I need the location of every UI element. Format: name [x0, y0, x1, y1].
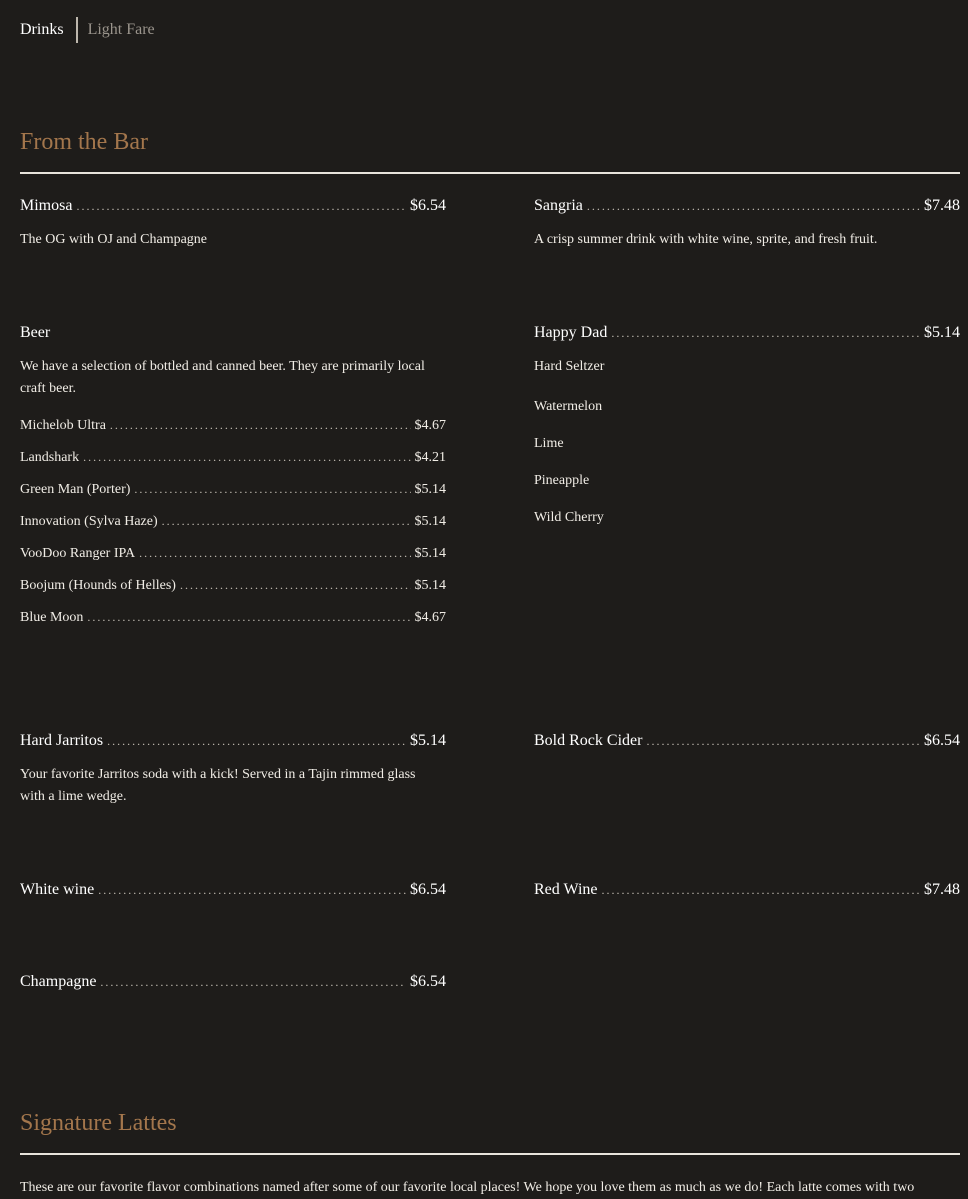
- beer-name: Landshark: [20, 450, 80, 465]
- item-price: $6.54: [410, 973, 446, 990]
- list-item: Boojum (Hounds of Helles) $5.14: [20, 578, 446, 594]
- list-item: Landshark $4.21: [20, 450, 446, 466]
- item-name: Mimosa: [20, 197, 73, 214]
- item-name: Beer: [20, 324, 51, 341]
- item-description: The OG with OJ and Champagne: [20, 232, 208, 247]
- beer-price: $4.21: [414, 450, 447, 465]
- dot-leader: [107, 734, 406, 749]
- item-description: We have a selection of bottled and canne…: [20, 359, 425, 396]
- beer-price: $5.14: [414, 514, 447, 529]
- beer-price: $4.67: [414, 418, 447, 433]
- beer-price: $5.14: [414, 578, 447, 593]
- tab-drinks[interactable]: Drinks: [20, 21, 64, 39]
- menu-item-happy-dad: Happy Dad $5.14 Hard Seltzer Watermelon …: [534, 324, 960, 544]
- beer-price: $5.14: [414, 482, 447, 497]
- section-title-lattes: Signature Lattes: [20, 1110, 177, 1136]
- flavor-list: Hard Seltzer Watermelon Lime Pineapple W…: [534, 356, 960, 544]
- dot-leader: [87, 610, 410, 625]
- list-item: Pineapple: [534, 473, 590, 488]
- dot-leader: [602, 883, 921, 898]
- beer-name: Green Man (Porter): [20, 482, 131, 497]
- beer-price: $4.67: [414, 610, 447, 625]
- item-name: Hard Jarritos: [20, 732, 104, 749]
- list-item: Blue Moon $4.67: [20, 610, 446, 626]
- item-price: $6.54: [924, 732, 960, 749]
- beer-name: Boojum (Hounds of Helles): [20, 578, 176, 593]
- menu-item-beer: Beer We have a selection of bottled and …: [20, 324, 446, 642]
- item-name: Red Wine: [534, 881, 598, 898]
- item-price: $7.48: [924, 881, 960, 898]
- item-name: Sangria: [534, 197, 583, 214]
- beer-name: Blue Moon: [20, 610, 84, 625]
- item-name: Champagne: [20, 973, 97, 990]
- item-price: $5.14: [410, 732, 446, 749]
- dot-leader: [110, 418, 411, 433]
- list-item: Wild Cherry: [534, 510, 604, 525]
- dot-leader: [100, 975, 406, 990]
- tab-divider: [75, 17, 78, 43]
- dot-leader: [162, 514, 411, 529]
- dot-leader: [134, 482, 410, 497]
- lattes-description: These are our favorite flavor combinatio…: [20, 1180, 915, 1195]
- section-divider: [20, 1153, 960, 1155]
- item-price: $6.54: [410, 881, 446, 898]
- item-description: Your favorite Jarritos soda with a kick!…: [20, 767, 416, 804]
- item-price: $6.54: [410, 197, 446, 214]
- list-item: Michelob Ultra $4.67: [20, 418, 446, 434]
- beer-list: Michelob Ultra $4.67 Landshark $4.21 Gre…: [20, 418, 446, 626]
- menu-item-hard-jarritos: Hard Jarritos $5.14 Your favorite Jarrit…: [20, 732, 446, 808]
- section-title-bar: From the Bar: [20, 129, 148, 155]
- dot-leader: [98, 883, 406, 898]
- list-item: Innovation (Sylva Haze) $5.14: [20, 514, 446, 530]
- beer-name: Innovation (Sylva Haze): [20, 514, 158, 529]
- list-item: Watermelon: [534, 399, 603, 414]
- item-description: A crisp summer drink with white wine, sp…: [534, 232, 878, 247]
- item-name: Happy Dad: [534, 324, 608, 341]
- menu-item-white-wine: White wine $6.54: [20, 881, 446, 899]
- list-item: Green Man (Porter) $5.14: [20, 482, 446, 498]
- dot-leader: [646, 734, 920, 749]
- item-name: White wine: [20, 881, 95, 898]
- dot-leader: [139, 546, 410, 561]
- item-price: $5.14: [924, 324, 960, 341]
- dot-leader: [611, 326, 920, 341]
- dot-leader: [180, 578, 411, 593]
- beer-name: VooDoo Ranger IPA: [20, 546, 136, 561]
- menu-item-champagne: Champagne $6.54: [20, 973, 446, 991]
- beer-price: $5.14: [414, 546, 447, 561]
- menu-item-bold-rock-cider: Bold Rock Cider $6.54: [534, 732, 960, 750]
- dot-leader: [83, 450, 410, 465]
- category-tabs: Drinks Light Fare: [20, 17, 155, 43]
- menu-item-mimosa: Mimosa $6.54 The OG with OJ and Champagn…: [20, 197, 446, 251]
- menu-item-sangria: Sangria $7.48 A crisp summer drink with …: [534, 197, 960, 251]
- tab-light-fare[interactable]: Light Fare: [88, 21, 155, 39]
- item-name: Bold Rock Cider: [534, 732, 643, 749]
- dot-leader: [76, 199, 406, 214]
- menu-item-red-wine: Red Wine $7.48: [534, 881, 960, 899]
- dot-leader: [587, 199, 920, 214]
- item-price: $7.48: [924, 197, 960, 214]
- list-item: Hard Seltzer: [534, 359, 605, 374]
- list-item: VooDoo Ranger IPA $5.14: [20, 546, 446, 562]
- list-item: Lime: [534, 436, 564, 451]
- section-divider: [20, 172, 960, 174]
- beer-name: Michelob Ultra: [20, 418, 106, 433]
